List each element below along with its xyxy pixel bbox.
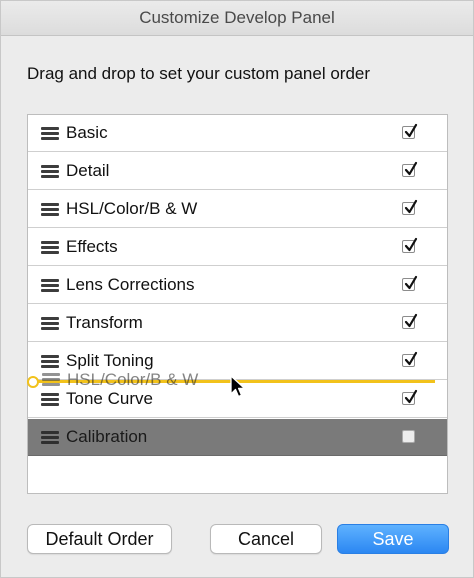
panel-visible-checkbox[interactable] (402, 123, 418, 139)
panel-row-basic[interactable]: Basic (28, 115, 447, 152)
panel-order-list[interactable]: Basic Detail HSL/Color/B & W Effects Len… (27, 114, 448, 494)
save-button[interactable]: Save (337, 524, 449, 554)
drag-handle-icon (42, 373, 60, 387)
mouse-pointer-icon (230, 375, 246, 404)
panel-row-transform[interactable]: Transform (28, 305, 447, 342)
panel-visible-checkbox[interactable] (402, 275, 418, 291)
panel-row-calibration[interactable]: Calibration (28, 419, 447, 456)
panel-row-detail[interactable]: Detail (28, 153, 447, 190)
panel-visible-checkbox[interactable] (402, 389, 418, 405)
drag-handle-icon[interactable] (41, 241, 59, 255)
panel-row-hsl-color-bw[interactable]: HSL/Color/B & W (28, 191, 447, 228)
drag-handle-icon[interactable] (41, 431, 59, 445)
panel-visible-checkbox[interactable] (402, 351, 418, 367)
drag-handle-icon[interactable] (41, 279, 59, 293)
panel-visible-checkbox[interactable] (402, 430, 415, 443)
panel-label: Effects (66, 237, 118, 256)
drop-indicator-dot (27, 376, 39, 388)
default-order-button[interactable]: Default Order (27, 524, 172, 554)
panel-label: Transform (66, 313, 143, 332)
panel-visible-checkbox[interactable] (402, 237, 418, 253)
panel-visible-checkbox[interactable] (402, 161, 418, 177)
panel-label: Detail (66, 161, 110, 180)
panel-row-lens-corrections[interactable]: Lens Corrections (28, 267, 447, 304)
drag-handle-icon[interactable] (41, 165, 59, 179)
panel-label: Split Toning (66, 351, 154, 370)
drag-handle-icon[interactable] (41, 355, 59, 369)
drag-handle-icon[interactable] (41, 127, 59, 141)
instruction-text: Drag and drop to set your custom panel o… (27, 64, 371, 83)
drag-handle-icon[interactable] (41, 317, 59, 331)
drag-handle-icon[interactable] (41, 393, 59, 407)
panel-label: Lens Corrections (66, 275, 195, 294)
panel-label: Basic (66, 123, 108, 142)
customize-develop-panel-dialog: Customize Develop Panel Drag and drop to… (0, 0, 474, 578)
window-title: Customize Develop Panel (1, 1, 473, 36)
drag-ghost-label: HSL/Color/B & W (67, 370, 199, 389)
drag-handle-icon[interactable] (41, 203, 59, 217)
panel-visible-checkbox[interactable] (402, 313, 418, 329)
panel-visible-checkbox[interactable] (402, 199, 418, 215)
cancel-button[interactable]: Cancel (210, 524, 322, 554)
panel-row-effects[interactable]: Effects (28, 229, 447, 266)
panel-label: HSL/Color/B & W (66, 199, 198, 218)
panel-label: Calibration (66, 427, 148, 446)
panel-label: Tone Curve (66, 389, 153, 408)
